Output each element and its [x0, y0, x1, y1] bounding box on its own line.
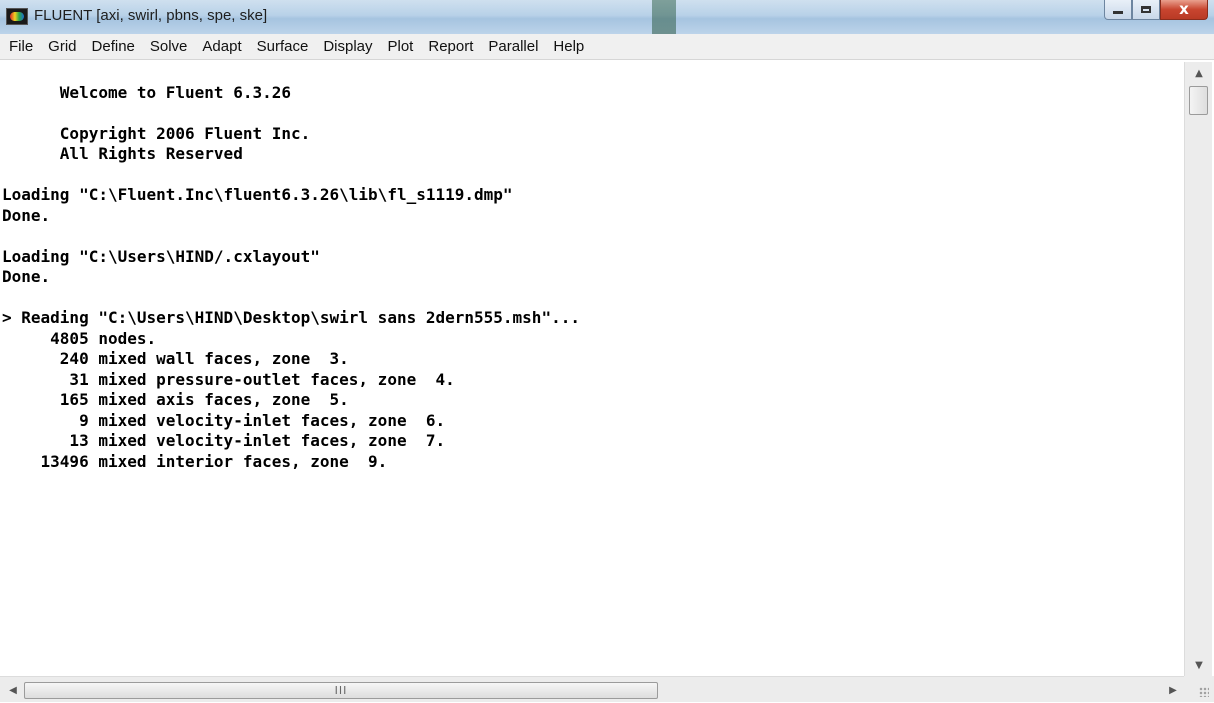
menu-bar: File Grid Define Solve Adapt Surface Dis…: [0, 34, 1214, 60]
horizontal-scroll-thumb[interactable]: III: [24, 682, 658, 699]
maximize-button[interactable]: [1132, 0, 1160, 20]
console-line: 13496 mixed interior faces, zone 9.: [2, 451, 388, 471]
menu-file[interactable]: File: [2, 34, 41, 60]
console-line: 13 mixed velocity-inlet faces, zone 7.: [2, 431, 446, 450]
menu-help[interactable]: Help: [546, 34, 592, 60]
scroll-up-arrow-icon[interactable]: ▲: [1185, 62, 1213, 84]
console-line: 4805 nodes.: [2, 328, 157, 348]
window-title: FLUENT [axi, swirl, pbns, spe, ske]: [34, 7, 268, 24]
menu-adapt[interactable]: Adapt: [195, 34, 249, 60]
menu-parallel[interactable]: Parallel: [481, 34, 546, 60]
menu-surface[interactable]: Surface: [250, 34, 317, 60]
close-button[interactable]: x: [1160, 0, 1208, 20]
menu-solve[interactable]: Solve: [143, 34, 196, 60]
menu-display[interactable]: Display: [316, 34, 380, 60]
vertical-scroll-thumb[interactable]: [1189, 86, 1208, 115]
console-line: 31 mixed pressure-outlet faces, zone 4.: [2, 369, 455, 389]
console-line: Loading "C:\Users\HIND/.cxlayout": [2, 246, 320, 266]
console-text: Welcome to Fluent 6.3.26 Copyright 2006 …: [2, 62, 1182, 472]
horizontal-scrollbar[interactable]: ◀ III ▶: [0, 676, 1184, 702]
scroll-left-arrow-icon[interactable]: ◀: [2, 677, 24, 703]
console-line: Welcome to Fluent 6.3.26: [2, 82, 291, 102]
menu-plot[interactable]: Plot: [381, 34, 422, 60]
console-line: > Reading "C:\Users\HIND\Desktop\swirl s…: [2, 308, 580, 327]
close-icon: x: [1179, 0, 1189, 18]
title-bar[interactable]: FLUENT [axi, swirl, pbns, spe, ske] x: [0, 0, 1214, 35]
console-line: 9 mixed velocity-inlet faces, zone 6.: [2, 410, 446, 430]
console-line: 240 mixed wall faces, zone 3.: [2, 349, 349, 368]
scroll-right-arrow-icon[interactable]: ▶: [1162, 677, 1184, 703]
console-line: Done.: [2, 205, 51, 225]
maximize-icon: [1141, 6, 1151, 13]
console-line: All Rights Reserved: [2, 144, 243, 163]
console-output[interactable]: Welcome to Fluent 6.3.26 Copyright 2006 …: [2, 62, 1182, 676]
console-line: Copyright 2006 Fluent Inc.: [2, 123, 311, 143]
vertical-scrollbar[interactable]: ▲ ▼: [1184, 62, 1212, 676]
scroll-grip-icon: III: [334, 684, 348, 697]
fluent-window: FLUENT [axi, swirl, pbns, spe, ske] x Fi…: [0, 0, 1214, 702]
console-line: 165 mixed axis faces, zone 5.: [2, 390, 349, 409]
minimize-icon: [1113, 11, 1123, 14]
scroll-down-arrow-icon[interactable]: ▼: [1185, 654, 1213, 676]
console-line: Done.: [2, 267, 51, 286]
minimize-button[interactable]: [1104, 0, 1132, 20]
menu-report[interactable]: Report: [421, 34, 481, 60]
title-bar-decoration: [652, 0, 676, 34]
menu-define[interactable]: Define: [85, 34, 143, 60]
menu-grid[interactable]: Grid: [41, 34, 84, 60]
resize-grip-icon[interactable]: [1184, 676, 1214, 702]
fluent-app-icon[interactable]: [6, 8, 28, 25]
console-line: Loading "C:\Fluent.Inc\fluent6.3.26\lib\…: [2, 185, 513, 204]
window-controls: x: [1104, 0, 1208, 22]
